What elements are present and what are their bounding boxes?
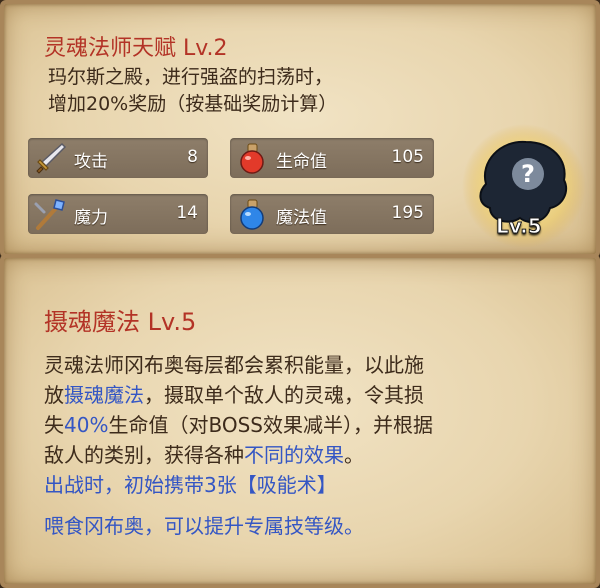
skill-desc-line-5: 出战时，初始携带3张【吸能术】 [44, 473, 337, 497]
skill-title: 摄魂魔法 Lv.5 [44, 308, 197, 336]
stat-attack: 攻击 8 [28, 138, 208, 178]
talent-description: 玛尔斯之殿，进行强盗的扫荡时， 增加20%奖励（按基础奖励计算） [48, 64, 408, 118]
staff-icon [34, 199, 65, 230]
stat-hp-value: 105 [391, 147, 424, 167]
feed-hint: 喂食冈布奥，可以提升专属技等级。 [44, 514, 364, 538]
hero-portrait[interactable]: ? Lv.5 [456, 122, 592, 258]
stat-attack-label: 攻击 [74, 152, 108, 172]
talent-title: 灵魂法师天赋 Lv.2 [44, 36, 228, 61]
red-potion-icon [240, 143, 264, 174]
blue-potion-icon [240, 199, 264, 230]
text-segment: 生命值（对BOSS效果减半），并根据 [108, 413, 433, 437]
hero-info-screen: 灵魂法师天赋 Lv.2 玛尔斯之殿，进行强盗的扫荡时， 增加20%奖励（按基础奖… [0, 0, 600, 588]
talent-panel: 灵魂法师天赋 Lv.2 玛尔斯之殿，进行强盗的扫荡时， 增加20%奖励（按基础奖… [0, 0, 600, 258]
text-segment: ，摄取单个敌人的灵魂，令其损 [144, 383, 424, 407]
skill-link[interactable]: 摄魂魔法 [64, 383, 144, 407]
stat-mp-value: 195 [391, 203, 424, 223]
skill-desc-line-4: 敌人的类别，获得各种不同的效果。 [44, 440, 544, 470]
skill-desc-line-2: 放摄魂魔法，摄取单个敌人的灵魂，令其损 [44, 380, 544, 410]
svg-text:?: ? [521, 160, 535, 188]
skill-desc-line-3: 失40%生命值（对BOSS效果减半），并根据 [44, 410, 544, 440]
stat-hp-label: 生命值 [276, 152, 327, 172]
skill-desc-line-1: 灵魂法师冈布奥每层都会累积能量，以此施 [44, 353, 424, 377]
text-segment: 放 [44, 383, 64, 407]
text-segment: 敌人的类别，获得各种 [44, 443, 244, 467]
sword-icon [36, 142, 67, 174]
stat-mp-label: 魔法值 [276, 208, 327, 228]
stat-magic-power-label: 魔力 [74, 208, 108, 228]
effects-link[interactable]: 不同的效果 [244, 443, 344, 467]
hero-level-badge: Lv.5 [496, 214, 543, 239]
stat-hp: 生命值 105 [230, 138, 434, 178]
talent-desc-line-1: 玛尔斯之殿，进行强盗的扫荡时， [48, 66, 334, 88]
stat-mp: 魔法值 195 [230, 194, 434, 234]
percent-highlight: 40% [64, 413, 109, 437]
stat-magic-power: 魔力 14 [28, 194, 208, 234]
stat-magic-power-value: 14 [176, 203, 198, 223]
text-segment: 。 [344, 443, 364, 467]
text-segment: 失 [44, 413, 64, 437]
talent-desc-line-2: 增加20%奖励（按基础奖励计算） [48, 93, 338, 115]
stat-attack-value: 8 [187, 147, 198, 167]
skill-description: 灵魂法师冈布奥每层都会累积能量，以此施 放摄魂魔法，摄取单个敌人的灵魂，令其损 … [44, 350, 544, 500]
